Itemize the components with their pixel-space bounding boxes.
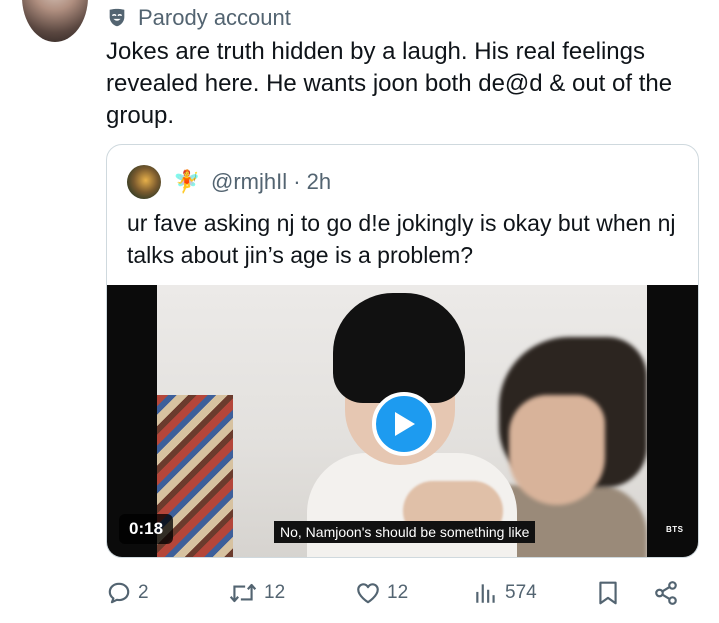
video-duration: 0:18 <box>119 514 174 544</box>
post-text: Jokes are truth hidden by a laugh. His r… <box>106 38 673 129</box>
fairy-emoji: 🧚 <box>173 169 201 194</box>
action-bar: 2 12 12 574 <box>106 575 699 611</box>
play-icon <box>395 412 415 436</box>
views-button[interactable]: 574 <box>473 575 537 611</box>
repost-count: 12 <box>264 582 286 603</box>
view-count: 574 <box>505 582 537 603</box>
repost-icon <box>229 583 257 603</box>
reply-icon <box>108 582 130 604</box>
repost-button[interactable]: 12 <box>228 575 285 611</box>
like-button[interactable]: 12 <box>355 575 408 611</box>
channel-logo: BTS <box>666 525 684 534</box>
video-subtitle: No, Namjoon's should be something like <box>274 521 536 543</box>
heart-icon <box>357 583 379 604</box>
parody-badge: Parody account <box>106 5 291 31</box>
parody-label: Parody account <box>138 5 291 30</box>
quoted-author-avatar[interactable] <box>127 165 161 199</box>
quoted-post-text: ur fave asking nj to go d!e jokingly is … <box>127 210 676 268</box>
author-avatar[interactable] <box>22 0 88 42</box>
theater-mask-icon <box>109 8 125 27</box>
bookmark-icon <box>599 581 617 605</box>
reply-count: 2 <box>138 582 149 603</box>
quoted-post[interactable]: 🧚 @rmjhIl · 2h ur fave asking nj to go d… <box>106 144 699 558</box>
share-icon <box>655 581 677 605</box>
share-button[interactable] <box>652 575 680 611</box>
bookmark-button[interactable] <box>596 575 620 611</box>
video-player[interactable]: 0:18 No, Namjoon's should be something l… <box>107 285 698 557</box>
reply-button[interactable]: 2 <box>106 575 149 611</box>
quoted-author-handle[interactable]: @rmjhIl · 2h <box>211 169 331 195</box>
like-count: 12 <box>387 582 409 603</box>
analytics-icon <box>476 584 495 603</box>
quoted-post-header: 🧚 @rmjhIl · 2h <box>127 165 331 199</box>
play-button[interactable] <box>372 392 436 456</box>
